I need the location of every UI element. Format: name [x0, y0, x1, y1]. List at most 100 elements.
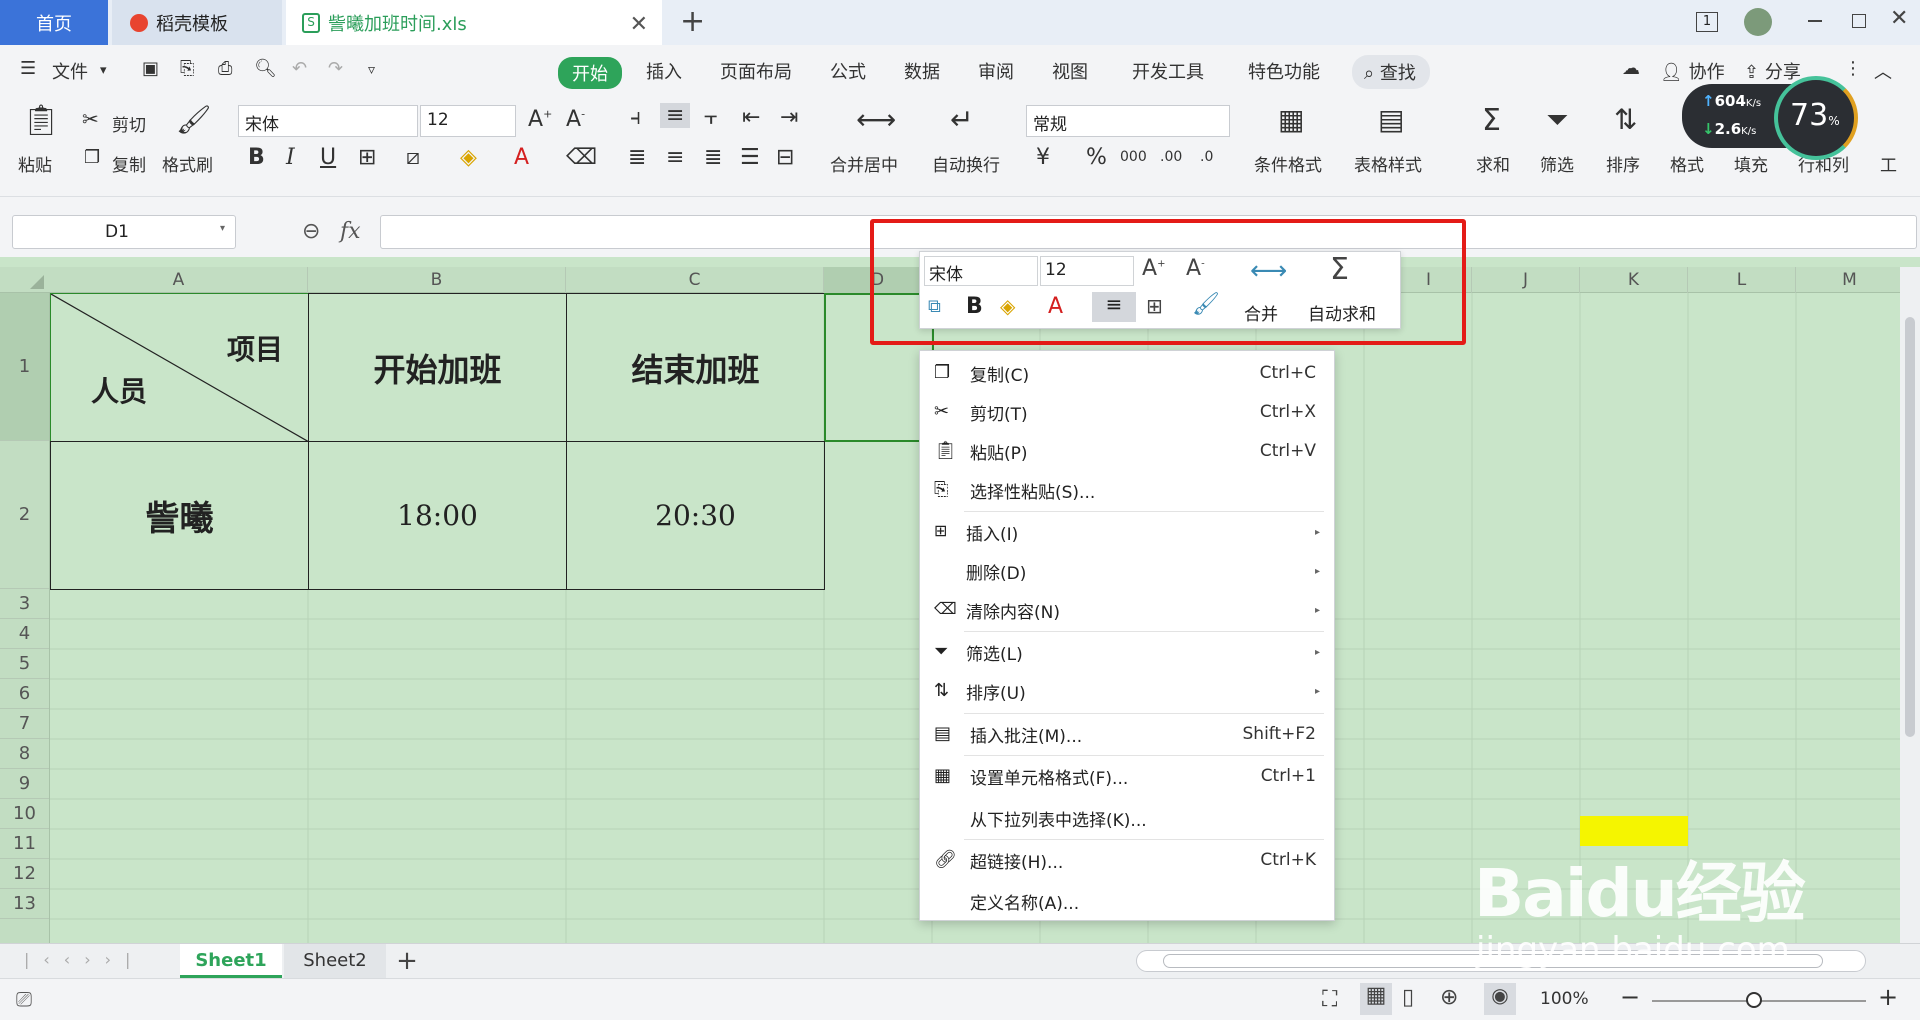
menu-item-filter[interactable]: ⏷ 筛选(L) ▸ — [920, 633, 1334, 671]
copy-icon[interactable]: ❐ — [84, 147, 100, 168]
vertical-scrollbar[interactable] — [1900, 267, 1920, 943]
increase-font-icon[interactable]: A+ — [528, 107, 552, 132]
tab-template[interactable]: 稻壳模板 — [112, 0, 282, 45]
menu-item-paste[interactable]: 📋︎ 粘贴(P) Ctrl+V — [920, 432, 1334, 470]
table-style-button[interactable]: 表格样式 — [1354, 151, 1422, 176]
mini-fill-color-icon[interactable]: ◈ — [1000, 294, 1015, 318]
close-window-icon[interactable]: ✕ — [1890, 6, 1908, 31]
menu-insert[interactable]: 插入 — [646, 58, 682, 84]
row-header-13[interactable]: 13 — [0, 889, 49, 919]
worksheet-button[interactable]: 工 — [1880, 151, 1897, 176]
print-preview-icon[interactable]: 🔍︎ — [254, 58, 277, 79]
page-view-icon[interactable]: ▯ — [1402, 985, 1414, 1010]
outdent-icon[interactable]: ⇤ — [742, 105, 760, 130]
indent-icon[interactable]: ⇥ — [780, 105, 798, 130]
eraser-icon[interactable]: ⌫ — [566, 145, 597, 170]
network-speed-widget[interactable]: ↑604K/s ↓2.6K/s 73% — [1682, 76, 1862, 160]
mini-size-select[interactable]: 12 — [1040, 256, 1134, 286]
sort-icon[interactable]: ⇅ — [1614, 103, 1637, 136]
currency-icon[interactable]: ¥ — [1036, 145, 1050, 170]
table-style-icon[interactable]: ▤ — [1378, 103, 1404, 136]
cell-b2[interactable]: 18:00 — [308, 441, 567, 590]
sum-icon[interactable]: Σ — [1482, 103, 1501, 138]
cell-b1[interactable]: 开始加班 — [308, 293, 567, 442]
merge-center-button[interactable]: 合并居中 — [830, 151, 898, 176]
tab-home[interactable]: 首页 — [0, 0, 108, 45]
row-header-11[interactable]: 11 — [0, 829, 49, 859]
row-header-2[interactable]: 2 — [0, 441, 49, 589]
thousands-icon[interactable]: 000 — [1120, 149, 1147, 165]
row-header-6[interactable]: 6 — [0, 679, 49, 709]
menu-item-pick-from-list[interactable]: 从下拉列表中选择(K)... — [920, 799, 1334, 837]
row-header-10[interactable]: 10 — [0, 799, 49, 829]
row-header-7[interactable]: 7 — [0, 709, 49, 739]
decrease-font-icon[interactable]: A- — [566, 107, 585, 132]
column-header-a[interactable]: A — [50, 267, 308, 293]
distribute-icon[interactable]: ⊟ — [776, 145, 794, 170]
sum-button[interactable]: 求和 — [1476, 151, 1510, 176]
font-family-select[interactable]: 宋体 — [238, 105, 418, 137]
column-header-b[interactable]: B — [308, 267, 566, 293]
menu-special[interactable]: 特色功能 — [1248, 58, 1320, 84]
filter-icon[interactable]: ⏷ — [1546, 103, 1568, 137]
zoom-slider-handle[interactable] — [1746, 992, 1762, 1008]
menu-item-delete[interactable]: 删除(D) ▸ — [920, 552, 1334, 590]
column-header-k[interactable]: K — [1580, 267, 1688, 293]
underline-icon[interactable]: U — [320, 145, 336, 170]
mini-sum-icon[interactable]: Σ — [1330, 252, 1349, 287]
mini-border-icon[interactable]: ⊞ — [1146, 294, 1163, 318]
menu-item-paste-special[interactable]: ⎘ 选择性粘贴(S)... — [920, 471, 1334, 509]
page-break-icon[interactable]: ⊕ — [1440, 985, 1458, 1010]
zoom-in-icon[interactable]: + — [1878, 983, 1898, 1011]
menu-item-cut[interactable]: ✂ 剪切(T) Ctrl+X — [920, 393, 1334, 431]
new-tab-button[interactable]: + — [680, 4, 705, 39]
collapse-ribbon-icon[interactable]: ︿ — [1874, 58, 1892, 84]
format-painter-icon[interactable]: 🖌︎ — [176, 103, 212, 136]
wrap-text-icon[interactable]: ↵ — [950, 103, 973, 136]
add-sheet-icon[interactable]: + — [392, 944, 422, 978]
sheet-tab-sheet2[interactable]: Sheet2 — [284, 944, 386, 978]
row-header-12[interactable]: 12 — [0, 859, 49, 889]
mini-merge-icon[interactable]: ⟷ — [1250, 256, 1287, 286]
redo-icon[interactable]: ↷ — [328, 58, 343, 79]
paste-icon[interactable]: 📋︎ — [22, 103, 60, 138]
row-header-8[interactable]: 8 — [0, 739, 49, 769]
number-format-select[interactable]: 常规 — [1026, 105, 1230, 137]
paste-button[interactable]: 粘贴 — [18, 151, 52, 176]
output-icon[interactable]: ⎘ — [180, 58, 194, 79]
justify-icon[interactable]: ☰ — [740, 145, 760, 170]
row-header-1[interactable]: 1 — [0, 293, 49, 441]
mini-font-select[interactable]: 宋体 — [924, 256, 1038, 286]
row-header-5[interactable]: 5 — [0, 649, 49, 679]
cut-button[interactable]: 剪切 — [112, 111, 146, 136]
print-icon[interactable]: ⎙ — [218, 58, 232, 79]
minimize-icon[interactable] — [1808, 20, 1822, 22]
menu-item-clear[interactable]: ⌫ 清除内容(N) ▸ — [920, 591, 1334, 629]
align-left-icon[interactable]: ≣ — [628, 145, 646, 170]
tab-file[interactable]: S 訾曦加班时间.xls ✕ — [286, 0, 662, 45]
menu-item-hyperlink[interactable]: 🔗︎ 超链接(H)... Ctrl+K — [920, 841, 1334, 879]
mini-increase-font-icon[interactable]: A+ — [1142, 256, 1165, 281]
filter-button[interactable]: 筛选 — [1540, 151, 1574, 176]
row-header-3[interactable]: 3 — [0, 589, 49, 619]
column-header-j[interactable]: J — [1472, 267, 1580, 293]
restore-icon[interactable] — [1852, 14, 1866, 28]
row-header-9[interactable]: 9 — [0, 769, 49, 799]
zoom-level[interactable]: 100% — [1540, 989, 1589, 1009]
menu-page-layout[interactable]: 页面布局 — [720, 58, 792, 84]
conditional-format-icon[interactable]: ▦ — [1278, 103, 1304, 136]
vertical-scroll-thumb[interactable] — [1905, 317, 1915, 737]
window-count-badge[interactable]: 1 — [1696, 12, 1718, 32]
search-button[interactable]: ⌕ 查找 — [1352, 55, 1430, 89]
font-size-select[interactable]: 12 — [420, 105, 516, 137]
eye-protect-icon[interactable]: ◉ — [1484, 983, 1516, 1015]
align-top-icon[interactable]: ⫞ — [630, 105, 641, 130]
menu-item-format-cells[interactable]: ▦ 设置单元格格式(F)... Ctrl+1 — [920, 757, 1334, 795]
align-bottom-icon[interactable]: ⫟ — [704, 105, 717, 130]
column-header-c[interactable]: C — [566, 267, 824, 293]
wrap-text-button[interactable]: 自动换行 — [932, 151, 1000, 176]
cell-c1[interactable]: 结束加班 — [566, 293, 825, 442]
cell-a1-diagonal-header[interactable]: 项目 人员 — [50, 293, 309, 442]
cell-style-icon[interactable]: ⧄ — [406, 145, 420, 170]
row-header-4[interactable]: 4 — [0, 619, 49, 649]
